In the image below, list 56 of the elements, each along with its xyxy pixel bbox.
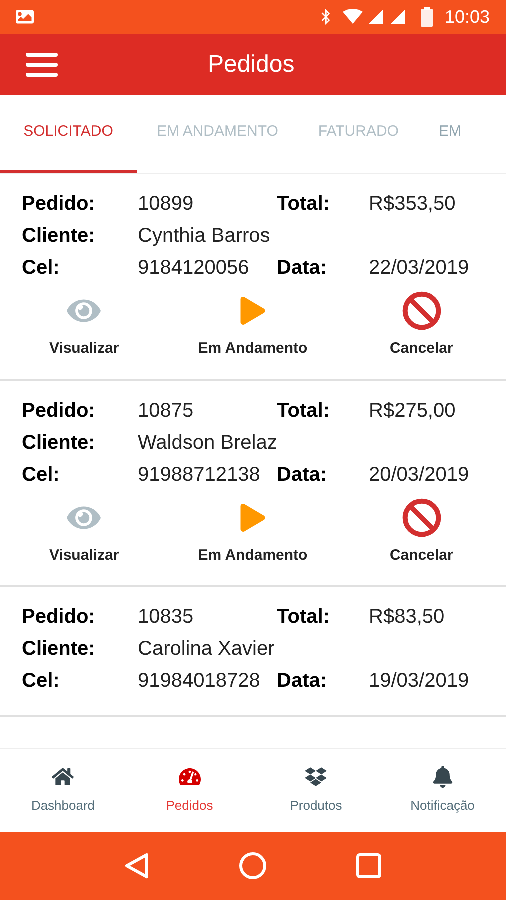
play-icon [238, 297, 267, 325]
field-label: Total: [277, 398, 331, 424]
page-title: Pedidos [208, 50, 295, 80]
field-label: Cel: [22, 462, 61, 488]
field-label: Total: [277, 192, 331, 217]
field-value: Carolina Xavier [138, 637, 276, 662]
field-label: Cliente: [22, 224, 96, 249]
field-label: Data: [277, 462, 328, 488]
field-value: R$83,50 [369, 605, 446, 630]
field-label: Pedido: [22, 192, 96, 217]
field-value: 9184120056 [138, 256, 250, 281]
battery-icon [420, 7, 433, 27]
field-label: Cliente: [22, 637, 96, 662]
field-label: Pedido: [22, 605, 96, 630]
field-value: 19/03/2019 [369, 669, 470, 694]
nav-item[interactable]: Pedidos [126, 749, 253, 832]
recents-icon[interactable] [356, 853, 382, 879]
field-value: 22/03/2019 [369, 256, 470, 281]
field-value: R$275,00 [369, 398, 457, 424]
field-label: Pedido: [22, 398, 96, 424]
play-icon [238, 504, 267, 532]
field-label: Total: [277, 605, 331, 630]
menu-icon[interactable] [26, 52, 58, 76]
field-value: 91984018728 [138, 669, 262, 694]
gauge-icon [178, 766, 201, 788]
nav-item[interactable]: Notificação [380, 749, 506, 832]
back-icon[interactable] [124, 852, 150, 880]
clock: 10:03 [444, 6, 490, 28]
field-value: 10875 [138, 398, 195, 424]
field-label: Data: [277, 669, 328, 694]
field-value: Cynthia Barros [138, 224, 272, 249]
action-button[interactable]: Cancelar [337, 290, 506, 360]
image-icon [16, 8, 34, 26]
boxes-icon [305, 766, 328, 788]
nav-item[interactable]: Produtos [253, 749, 380, 832]
home-icon[interactable] [238, 852, 267, 880]
action-button[interactable]: Em Andamento [168, 496, 338, 567]
field-label: Cliente: [22, 430, 96, 456]
nav-item[interactable]: Dashboard [0, 749, 126, 832]
field-label: Data: [277, 256, 328, 281]
house-icon [52, 766, 74, 788]
field-value: 91988712138 [138, 462, 262, 488]
field-label: Cel: [22, 669, 61, 694]
field-label: Cel: [22, 256, 61, 281]
field-value: 20/03/2019 [369, 462, 470, 488]
field-value: Waldson Brelaz [138, 430, 277, 456]
action-button[interactable]: Cancelar [337, 496, 506, 567]
bell-icon [432, 766, 454, 788]
ban-icon [402, 498, 442, 538]
action-button[interactable]: Visualizar [0, 290, 169, 360]
field-value: R$353,50 [369, 192, 457, 217]
action-button[interactable]: Em Andamento [168, 290, 338, 360]
field-value: 10899 [138, 192, 195, 217]
field-value: 10835 [138, 605, 195, 630]
ban-icon [402, 291, 442, 331]
action-button[interactable]: Visualizar [0, 496, 169, 567]
